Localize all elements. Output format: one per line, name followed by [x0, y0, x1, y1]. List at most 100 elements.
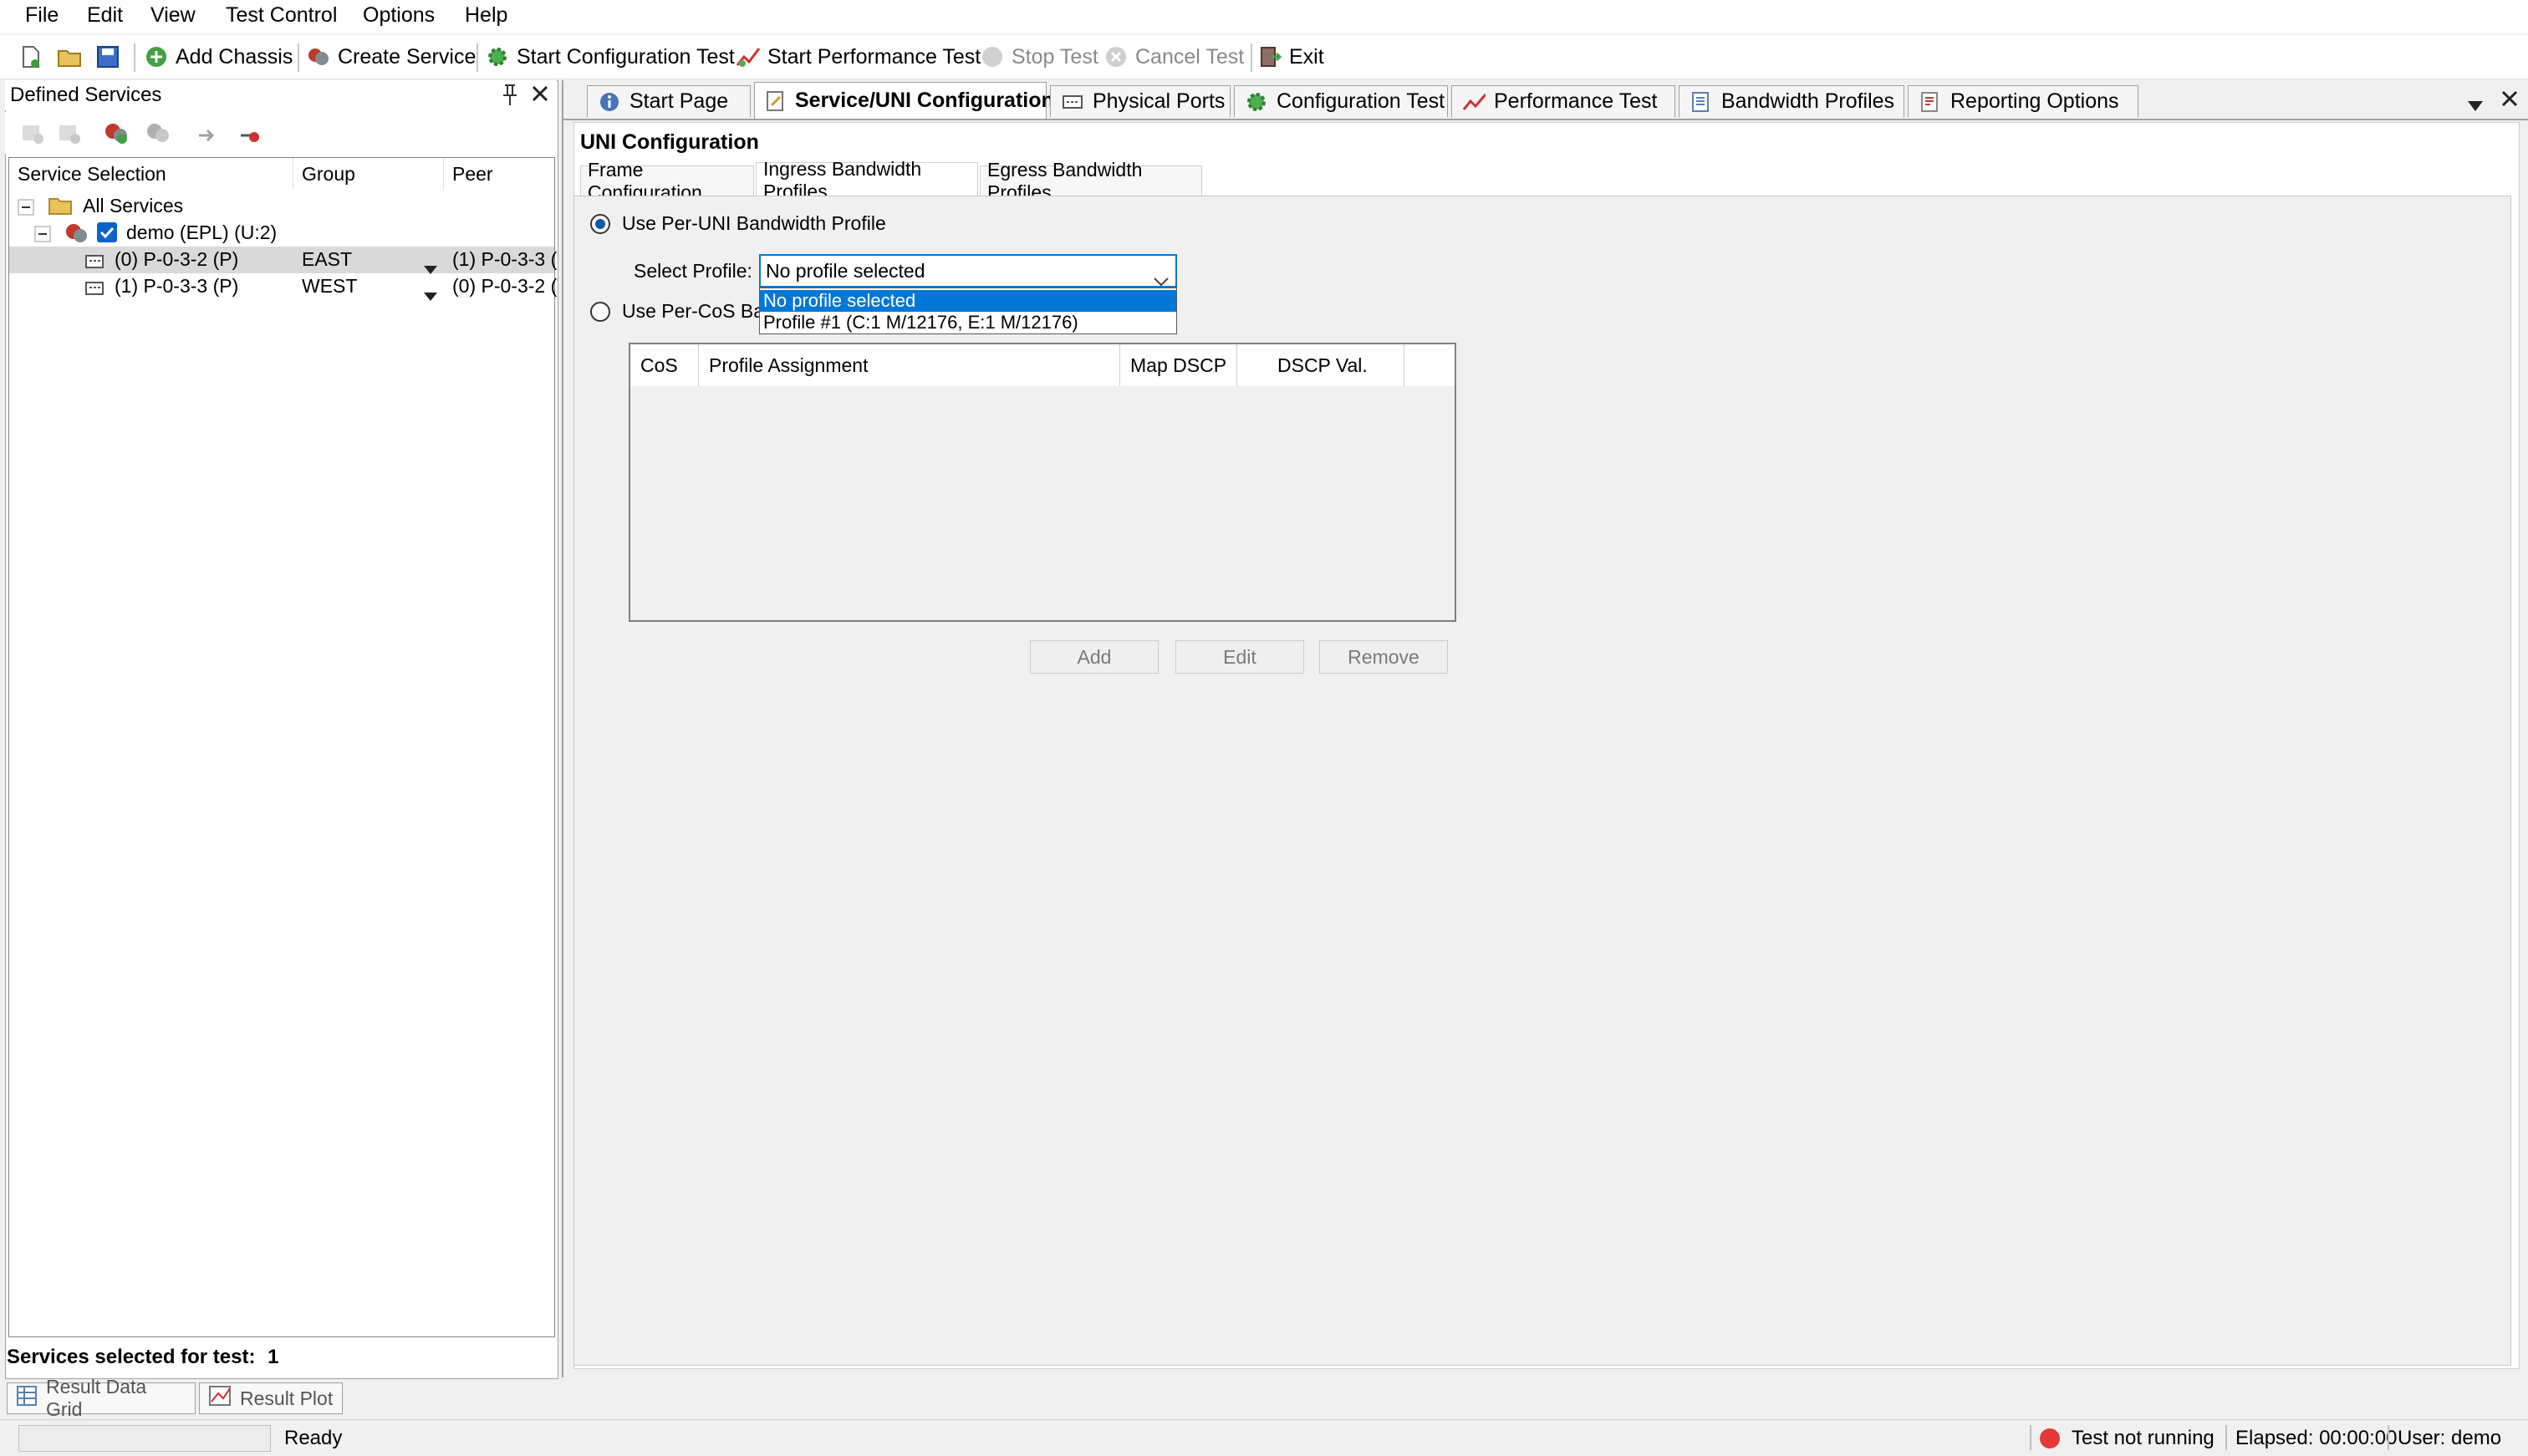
service-icon: [306, 44, 331, 69]
start-performance-test-button[interactable]: Start Performance Test: [736, 42, 981, 72]
tab-start-page[interactable]: Start Page: [587, 85, 751, 117]
plot-icon: [208, 1385, 232, 1412]
cancel-test-button[interactable]: Cancel Test: [1103, 42, 1244, 72]
tab-performance-test[interactable]: Performance Test: [1451, 85, 1675, 117]
chart-line-icon: [736, 44, 761, 69]
per-uni-label: Use Per-UNI Bandwidth Profile: [622, 212, 886, 234]
edit-button[interactable]: Edit: [1175, 640, 1304, 674]
menu-help[interactable]: Help: [465, 3, 507, 28]
tab-result-plot[interactable]: Result Plot: [199, 1382, 343, 1414]
select-profile-label: Select Profile:: [634, 260, 752, 282]
grid-header-map-dscp[interactable]: Map DSCP: [1120, 344, 1237, 386]
tab-bandwidth-profiles[interactable]: Bandwidth Profiles: [1679, 85, 1904, 117]
defined-services-header: Defined Services: [5, 80, 557, 110]
start-configuration-test-button[interactable]: Start Configuration Test: [485, 42, 735, 72]
progress-bar: [18, 1425, 271, 1452]
column-peer[interactable]: Peer: [444, 158, 554, 190]
unlink-icon[interactable]: [237, 120, 262, 151]
dropdown-option[interactable]: Profile #1 (C:1 M/12176, E:1 M/12176): [760, 312, 1176, 333]
main-tab-strip: Start Page Service/UNI Configuration Phy…: [563, 80, 2528, 120]
services-tree: Service Selection Group Peer All Service…: [8, 157, 557, 1337]
menu-bar: File Edit View Test Control Options Help: [0, 0, 2528, 33]
column-group[interactable]: Group: [293, 158, 444, 190]
collapse-icon[interactable]: [34, 225, 51, 247]
menu-test-control[interactable]: Test Control: [226, 3, 337, 28]
current-user: User: demo: [2398, 1427, 2502, 1449]
add-chassis-button[interactable]: Add Chassis: [144, 42, 293, 72]
toolbar: Add Chassis Create Service Start Configu…: [0, 35, 2528, 79]
tree-service[interactable]: demo (EPL) (U:2): [9, 220, 554, 247]
new-file-icon: [18, 44, 43, 69]
services-toolbar: [5, 112, 557, 154]
per-cos-label: Use Per-CoS Ban: [622, 300, 775, 322]
grid-header-dscp-val[interactable]: DSCP Val.: [1237, 344, 1404, 386]
create-service-button[interactable]: Create Service: [306, 42, 476, 72]
open-button[interactable]: [57, 42, 89, 72]
folder-open-icon: [57, 44, 82, 69]
exit-door-icon: [1257, 44, 1282, 69]
service-checkbox[interactable]: [96, 221, 118, 248]
add-button[interactable]: Add: [1030, 640, 1159, 674]
menu-file[interactable]: File: [25, 3, 59, 28]
gear-icon: [1245, 90, 1268, 114]
column-service-selection[interactable]: Service Selection: [9, 158, 293, 190]
remove-button[interactable]: Remove: [1319, 640, 1448, 674]
per-uni-radio[interactable]: [590, 214, 610, 234]
dropdown-option[interactable]: No profile selected: [760, 290, 1176, 312]
panel-title: Defined Services: [10, 84, 162, 106]
tab-physical-ports[interactable]: Physical Ports: [1050, 85, 1231, 117]
close-icon[interactable]: [530, 84, 550, 109]
menu-edit[interactable]: Edit: [87, 3, 123, 28]
tab-service-uni-configuration[interactable]: Service/UNI Configuration: [754, 82, 1054, 119]
profile-select[interactable]: No profile selected: [759, 254, 1177, 288]
tree-row-uni-1[interactable]: (1) P-0-3-3 (P) WEST (0) P-0-3-2 (: [9, 273, 557, 301]
new-service-icon[interactable]: [20, 120, 45, 151]
subtab-egress-bandwidth-profiles[interactable]: Egress Bandwidth Profiles: [980, 159, 1202, 203]
tree-row-uni-0[interactable]: (0) P-0-3-2 (P) EAST (1) P-0-3-3 (: [9, 247, 557, 274]
grid-header-profile-assignment[interactable]: Profile Assignment: [699, 344, 1120, 386]
stop-circle-icon: [980, 44, 1005, 69]
new-button[interactable]: [18, 42, 50, 72]
service-icon: [64, 221, 89, 250]
cancel-icon: [1103, 44, 1129, 69]
tab-configuration-test[interactable]: Configuration Test: [1234, 85, 1448, 117]
group-select[interactable]: WEST: [302, 275, 357, 298]
add-circle-icon: [144, 44, 169, 69]
port-icon: [84, 278, 104, 301]
grid-header-filler: [1404, 344, 1455, 386]
group-select[interactable]: EAST: [302, 248, 352, 271]
test-state: Test not running: [2072, 1427, 2215, 1449]
grid-header-cos[interactable]: CoS: [630, 344, 699, 386]
port-icon: [84, 252, 104, 274]
status-indicator-icon: [2038, 1427, 2062, 1456]
tree-root[interactable]: All Services: [9, 193, 554, 220]
menu-options[interactable]: Options: [363, 3, 435, 28]
document-icon: [1690, 90, 1713, 114]
exit-button[interactable]: Exit: [1257, 42, 1324, 72]
save-icon: [95, 44, 120, 69]
delete-service-icon[interactable]: [57, 120, 82, 151]
add-service-icon[interactable]: [104, 120, 129, 151]
menu-view[interactable]: View: [150, 3, 196, 28]
link-icon[interactable]: [196, 120, 221, 151]
tab-list-dropdown-icon[interactable]: [2468, 94, 2483, 117]
close-icon[interactable]: [2500, 89, 2520, 115]
collapse-icon[interactable]: [18, 198, 34, 221]
tab-reporting-options[interactable]: Reporting Options: [1908, 85, 2138, 117]
profile-dropdown-list: No profile selected Profile #1 (C:1 M/12…: [759, 288, 1177, 334]
dropdown-arrow-icon[interactable]: [424, 283, 437, 306]
remove-service-icon[interactable]: [145, 120, 171, 151]
services-selected-summary: Services selected for test: 1: [7, 1346, 279, 1368]
tab-result-data-grid[interactable]: Result Data Grid: [7, 1376, 196, 1420]
per-cos-radio[interactable]: [590, 302, 610, 322]
elapsed-time: Elapsed: 00:00:00: [2235, 1427, 2398, 1449]
status-text: Ready: [284, 1427, 343, 1449]
pin-icon[interactable]: [500, 82, 520, 113]
subtab-frame-configuration[interactable]: Frame Configuration: [580, 159, 754, 203]
gear-icon: [485, 44, 510, 69]
stop-test-button[interactable]: Stop Test: [980, 42, 1098, 72]
port-icon: [1061, 90, 1084, 114]
save-button[interactable]: [95, 42, 127, 72]
subtab-ingress-bandwidth-profiles[interactable]: Ingress Bandwidth Profiles: [756, 158, 978, 202]
folder-icon: [48, 195, 73, 221]
